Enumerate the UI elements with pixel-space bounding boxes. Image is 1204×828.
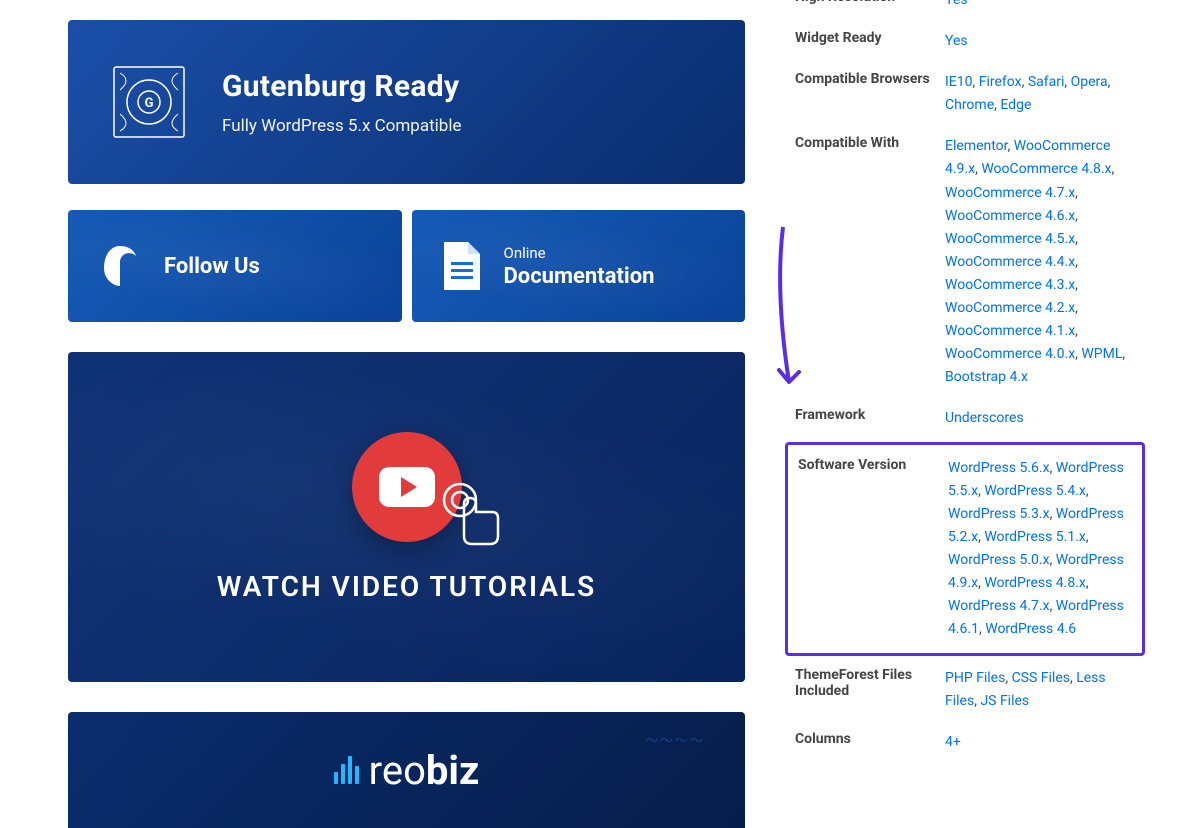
follow-us-banner[interactable]: Follow Us	[68, 210, 402, 322]
spec-value: PHP Files, CSS Files, Less Files, JS Fil…	[945, 667, 1135, 713]
wave-decoration: 〜〜〜〜	[645, 730, 705, 749]
spec-value: IE10, Firefox, Safari, Opera, Chrome, Ed…	[945, 71, 1135, 117]
spec-link[interactable]: WooCommerce 4.5.x	[945, 231, 1075, 247]
spec-link[interactable]: WordPress 5.4.x	[984, 483, 1086, 499]
spec-link[interactable]: 4+	[945, 734, 961, 750]
spec-row: ThemeForest Files IncludedPHP Files, CSS…	[785, 658, 1145, 722]
spec-link[interactable]: WordPress 5.1.x	[984, 529, 1086, 545]
spec-row: Columns4+	[785, 722, 1145, 763]
spec-row: Compatible WithElementor, WooCommerce 4.…	[785, 126, 1145, 398]
spec-link[interactable]: Chrome	[945, 97, 994, 113]
reobiz-logo-text: reobiz	[369, 747, 480, 794]
spec-link[interactable]: Yes	[945, 33, 968, 49]
spec-label: Columns	[795, 731, 945, 754]
spec-label: Widget Ready	[795, 30, 945, 53]
spec-link[interactable]: JS Files	[980, 693, 1029, 709]
promo-column: G Gutenburg Ready Fully WordPress 5.x Co…	[0, 0, 745, 828]
spec-link[interactable]: CSS Files	[1012, 670, 1070, 686]
spec-row: High ResolutionYes	[785, 0, 1145, 21]
spec-row: FrameworkUnderscores	[785, 398, 1145, 439]
spec-link[interactable]: WordPress 5.3.x	[948, 506, 1050, 522]
gutenberg-banner[interactable]: G Gutenburg Ready Fully WordPress 5.x Co…	[68, 20, 745, 184]
spec-label: Compatible Browsers	[795, 71, 945, 117]
spec-link[interactable]: WordPress 5.0.x	[948, 552, 1050, 568]
play-button[interactable]	[352, 432, 462, 542]
spec-label: Compatible With	[795, 135, 945, 389]
spec-link[interactable]: IE10	[945, 74, 973, 90]
spec-link[interactable]: WooCommerce 4.7.x	[945, 185, 1075, 201]
spec-link[interactable]: Underscores	[945, 410, 1024, 426]
spec-link[interactable]: WooCommerce 4.2.x	[945, 300, 1075, 316]
documentation-banner[interactable]: Online Documentation	[412, 210, 746, 322]
document-icon	[440, 240, 484, 292]
spec-link[interactable]: Edge	[1000, 97, 1031, 113]
spec-link[interactable]: WooCommerce 4.6.x	[945, 208, 1075, 224]
spec-value: Elementor, WooCommerce 4.9.x, WooCommerc…	[945, 135, 1135, 389]
pointer-click-icon	[434, 474, 514, 554]
spec-row: Widget ReadyYes	[785, 21, 1145, 62]
gutenberg-subtitle: Fully WordPress 5.x Compatible	[222, 116, 461, 136]
spec-link[interactable]: WordPress 4.8.x	[984, 575, 1086, 591]
spec-link[interactable]: WooCommerce 4.0.x	[945, 346, 1075, 362]
spec-link[interactable]: Bootstrap 4.x	[945, 369, 1028, 385]
reobiz-bars-icon	[334, 756, 359, 784]
spec-label: Software Version	[798, 457, 948, 642]
spec-link[interactable]: Yes	[945, 0, 968, 8]
spec-link[interactable]: Firefox	[979, 74, 1022, 90]
spec-label: Framework	[795, 407, 945, 430]
spec-link[interactable]: WooCommerce 4.1.x	[945, 323, 1075, 339]
follow-us-label: Follow Us	[164, 254, 260, 279]
spec-link[interactable]: Safari	[1028, 74, 1065, 90]
spec-link[interactable]: Opera	[1071, 74, 1108, 90]
spec-label: High Resolution	[795, 0, 945, 12]
reobiz-banner[interactable]: 〜〜〜〜 reobiz	[68, 712, 745, 828]
spec-value: WordPress 5.6.x, WordPress 5.5.x, WordPr…	[948, 457, 1132, 642]
spec-link[interactable]: WordPress 5.6.x	[948, 460, 1050, 476]
spec-label: ThemeForest Files Included	[795, 667, 945, 713]
spec-row: Compatible BrowsersIE10, Firefox, Safari…	[785, 62, 1145, 126]
leaf-icon	[96, 242, 144, 290]
spec-link[interactable]: WordPress 4.6	[985, 621, 1076, 637]
gutenberg-icon: G	[112, 65, 186, 139]
video-tutorials-banner[interactable]: WATCH VIDEO TUTORIALS	[68, 352, 745, 682]
spec-link[interactable]: Elementor	[945, 138, 1008, 154]
spec-value: 4+	[945, 731, 1135, 754]
svg-text:G: G	[145, 96, 154, 111]
annotation-arrow	[763, 222, 803, 402]
spec-value: Yes	[945, 30, 1135, 53]
spec-row: Software VersionWordPress 5.6.x, WordPre…	[788, 449, 1142, 650]
video-title: WATCH VIDEO TUTORIALS	[217, 570, 596, 603]
spec-value: Yes	[945, 0, 1135, 12]
gutenberg-title: Gutenburg Ready	[222, 69, 461, 104]
spec-value: Underscores	[945, 407, 1135, 430]
specs-sidebar: High ResolutionYesWidget ReadyYesCompati…	[785, 0, 1145, 828]
spec-link[interactable]: WPML	[1081, 346, 1122, 362]
highlight-box: Software VersionWordPress 5.6.x, WordPre…	[785, 442, 1145, 657]
spec-link[interactable]: WooCommerce 4.3.x	[945, 277, 1075, 293]
docs-sub: Online	[504, 244, 655, 262]
spec-link[interactable]: WooCommerce 4.8.x	[981, 161, 1111, 177]
spec-link[interactable]: WooCommerce 4.4.x	[945, 254, 1075, 270]
spec-link[interactable]: PHP Files	[945, 670, 1005, 686]
spec-link[interactable]: WordPress 4.7.x	[948, 598, 1050, 614]
docs-label: Documentation	[504, 264, 655, 289]
